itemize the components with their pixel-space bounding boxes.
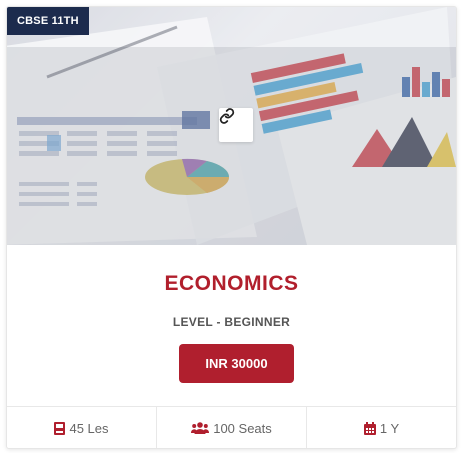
duration-value: 1 Y [379,420,400,436]
duration-stat: 1 Y [307,407,456,448]
lessons-stat: 45 Les [7,407,157,448]
course-stats: 45 Les 100 Seats 1 Y [7,406,456,448]
category-badge[interactable]: CBSE 11TH [7,7,89,35]
course-card[interactable]: CBSE 11TH ECONOMICS LEVEL - BEGINNER INR… [6,6,457,449]
course-title[interactable]: ECONOMICS [7,272,456,296]
price-button[interactable]: INR 30000 [179,344,294,383]
lessons-count: 45 Les [69,420,109,436]
course-level: LEVEL - BEGINNER [172,315,291,329]
course-thumbnail[interactable]: CBSE 11TH [7,7,456,245]
book-icon [54,421,66,435]
seats-stat: 100 Seats [157,407,307,448]
calendar-icon [363,421,376,435]
users-icon [191,422,210,434]
link-button[interactable] [219,108,253,142]
seats-count: 100 Seats [213,420,272,436]
